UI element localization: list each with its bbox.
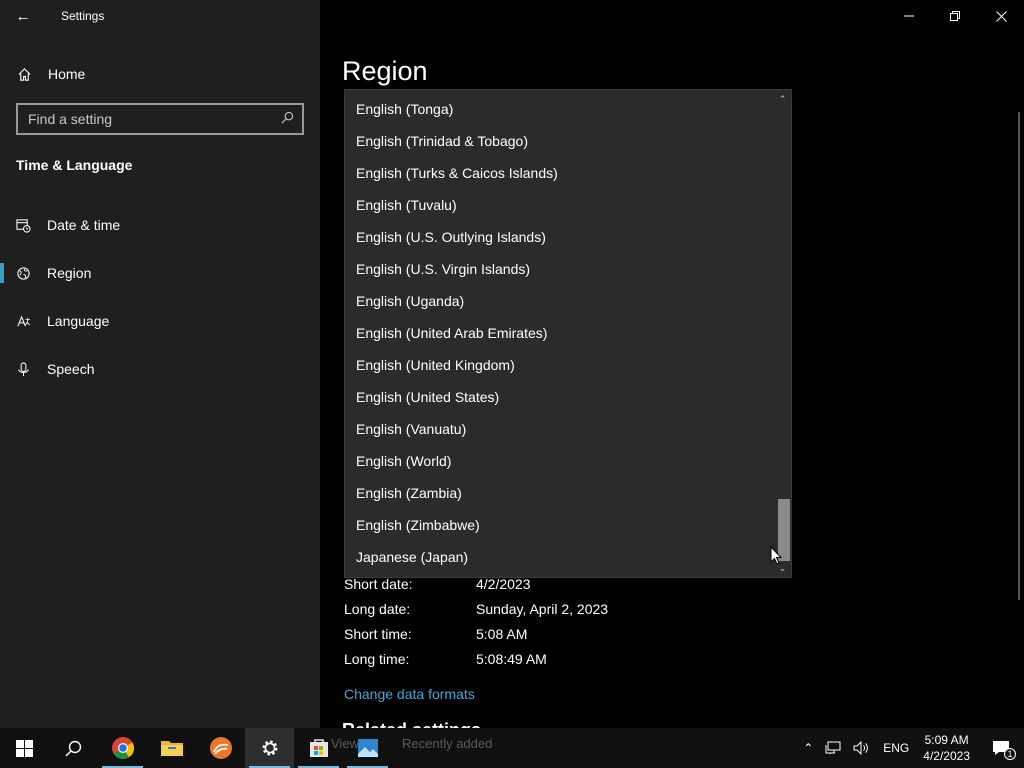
dropdown-option[interactable]: English (Uganda) [345, 285, 775, 317]
format-value: 5:08:49 AM [476, 651, 547, 667]
windows-logo-icon [16, 739, 33, 757]
app-orange-button[interactable] [196, 728, 245, 768]
minimize-button[interactable] [886, 0, 932, 32]
search-input[interactable]: Find a setting [16, 103, 304, 135]
scroll-up-icon[interactable]: ⌃ [774, 91, 791, 107]
sidebar-item-label: Region [47, 265, 92, 281]
microphone-icon [0, 361, 47, 377]
sidebar-item-label: Language [47, 313, 110, 329]
minimize-icon [904, 15, 914, 17]
chevron-up-icon: ⌃ [803, 741, 814, 755]
sidebar: ← Settings Home Find a setting Time & La… [0, 0, 320, 728]
dropdown-option[interactable]: English (United Arab Emirates) [345, 317, 775, 349]
dropdown-option[interactable]: English (Zimbabwe) [345, 509, 775, 541]
clock-date: 4/2/2023 [923, 749, 970, 763]
close-icon [995, 10, 1007, 22]
start-button[interactable] [0, 728, 49, 768]
folder-icon [160, 741, 183, 756]
app-orange-icon [209, 737, 232, 759]
dropdown-option[interactable]: English (Tuvalu) [345, 189, 775, 221]
file-explorer-button[interactable] [147, 728, 196, 768]
back-button[interactable]: ← [0, 0, 46, 32]
close-button[interactable] [978, 0, 1024, 32]
taskbar-search-icon [65, 740, 82, 757]
show-hidden-icons-button[interactable]: ⌃ [797, 728, 819, 768]
nav-home-label: Home [48, 66, 86, 82]
format-label: Short time: [344, 626, 412, 642]
search-placeholder: Find a setting [28, 111, 113, 127]
active-indicator [0, 263, 4, 283]
chrome-icon [111, 737, 134, 760]
dropdown-option[interactable]: English (Turks & Caicos Islands) [345, 157, 775, 189]
format-label: Short date: [344, 576, 413, 592]
clock-time: 5:09 AM [924, 733, 969, 747]
sidebar-item-label: Speech [47, 361, 95, 377]
speaker-icon [853, 741, 869, 755]
sidebar-item-region[interactable]: Region [0, 253, 320, 293]
network-icon [825, 741, 841, 754]
search-button[interactable] [49, 728, 98, 768]
dropdown-option[interactable]: Japanese (Japan) [345, 541, 775, 573]
dropdown-option[interactable]: English (World) [345, 445, 775, 477]
page-scrollbar[interactable] [1018, 112, 1020, 600]
network-button[interactable] [819, 728, 847, 768]
volume-button[interactable] [847, 728, 877, 768]
sidebar-item-language[interactable]: Language [0, 301, 320, 341]
app-title: Settings [61, 9, 105, 23]
settings-taskbar-button[interactable] [245, 728, 294, 768]
page-title: Region [342, 56, 428, 86]
action-center-button[interactable]: 1 [978, 728, 1024, 768]
dropdown-option[interactable]: English (Zambia) [345, 477, 775, 509]
chrome-button[interactable] [98, 728, 147, 768]
gear-icon [262, 740, 277, 756]
region-icon [0, 266, 47, 281]
store-icon [309, 739, 328, 757]
notification-count-badge: 1 [1004, 748, 1016, 760]
section-title: Time & Language [16, 157, 133, 173]
sidebar-item-date-time[interactable]: Date & time [0, 205, 320, 245]
format-label: Long date: [344, 601, 411, 617]
change-data-formats-link[interactable]: Change data formats [344, 686, 475, 702]
nav-home[interactable]: Home [0, 56, 320, 92]
window-controls [886, 0, 1024, 32]
format-value: 4/2/2023 [476, 576, 531, 592]
format-value: Sunday, April 2, 2023 [476, 601, 609, 617]
dropdown-option[interactable]: English (Vanuatu) [345, 413, 775, 445]
home-icon [0, 67, 48, 82]
sidebar-item-label: Date & time [47, 217, 121, 233]
dropdown-scrollbar[interactable]: ⌃ ⌄ [774, 90, 791, 577]
input-language-button[interactable]: ENG [877, 728, 915, 768]
format-value: 5:08 AM [476, 626, 528, 642]
related-settings-heading: Related settings [342, 720, 481, 728]
dropdown-list: English (Tonga) English (Trinidad & Toba… [345, 93, 775, 573]
dropdown-option[interactable]: English (United Kingdom) [345, 349, 775, 381]
clock-button[interactable]: 5:09 AM 4/2/2023 [915, 732, 978, 764]
system-tray: ⌃ ENG 5:09 AM 4/2/2023 1 [797, 728, 1024, 768]
dropdown-option[interactable]: English (Tonga) [345, 93, 775, 125]
faded-recently-added-label: Recently added [402, 736, 493, 751]
photos-icon [357, 739, 378, 757]
language-icon [0, 314, 47, 329]
format-label: Long time: [344, 651, 410, 667]
restore-button[interactable] [932, 0, 978, 32]
dropdown-option[interactable]: English (U.S. Virgin Islands) [345, 253, 775, 285]
faded-view-label: View [331, 736, 359, 751]
region-format-dropdown[interactable]: English (Tonga) English (Trinidad & Toba… [344, 89, 792, 578]
back-arrow-icon: ← [15, 7, 31, 25]
restore-icon [950, 11, 960, 21]
search-icon[interactable] [281, 111, 294, 127]
date-time-icon [0, 218, 47, 233]
titlebar-left: ← Settings [0, 0, 320, 32]
dropdown-option[interactable]: English (U.S. Outlying Islands) [345, 221, 775, 253]
sidebar-item-speech[interactable]: Speech [0, 349, 320, 389]
dropdown-option[interactable]: English (Trinidad & Tobago) [345, 125, 775, 157]
dropdown-option[interactable]: English (United States) [345, 381, 775, 413]
